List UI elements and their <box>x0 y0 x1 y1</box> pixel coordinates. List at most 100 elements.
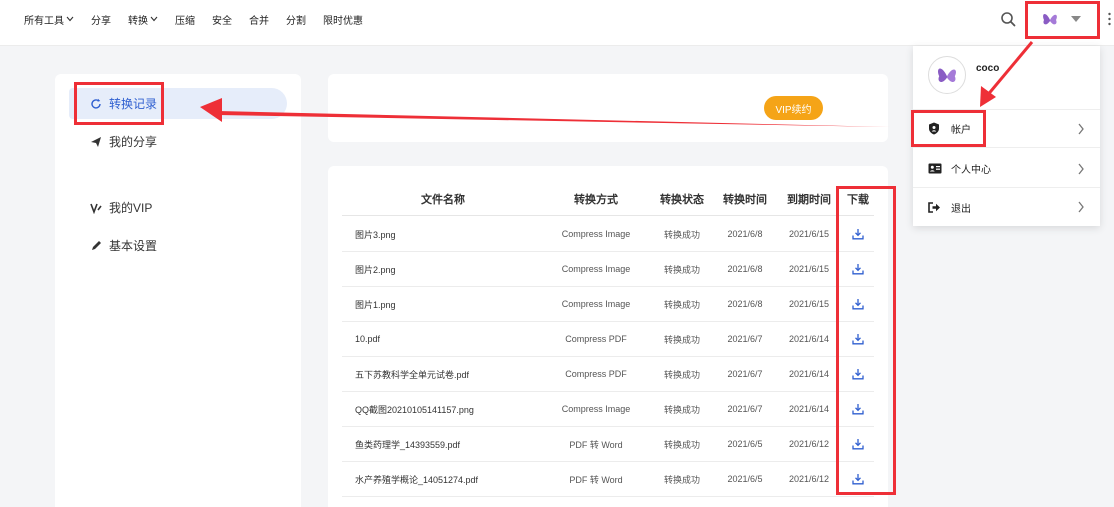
chevron-down-icon[interactable] <box>1071 16 1081 22</box>
sidebar-item-my-vip[interactable]: 我的VIP <box>69 192 287 223</box>
nav-item[interactable]: 安全 <box>212 12 232 27</box>
id-card-icon <box>928 162 942 176</box>
sidebar-item-basic-settings[interactable]: 基本设置 <box>69 230 287 261</box>
dropdown-item-label: 退出 <box>951 203 971 215</box>
butterfly-icon <box>938 68 956 83</box>
nav-item-label: 压缩 <box>175 15 195 27</box>
download-cell <box>842 217 874 251</box>
sidebar-item-label: 基本设置 <box>109 239 158 253</box>
download-cell <box>842 462 874 496</box>
method-cell: Compress Image <box>561 264 631 274</box>
table-row: 10.pdf Compress PDF 转换成功 2021/6/7 2021/6/14 <box>342 322 874 357</box>
status-cell: 转换成功 <box>663 264 700 275</box>
refresh-icon <box>89 97 103 111</box>
status-cell: 转换成功 <box>663 229 700 240</box>
download-icon[interactable] <box>852 263 864 275</box>
dropdown-item-label: 个人中心 <box>951 165 991 176</box>
dropdown-item-logout[interactable]: 退出 <box>913 188 1100 226</box>
status-cell: 转换成功 <box>663 404 700 415</box>
nav-item-label: 安全 <box>212 15 232 27</box>
expire-cell: 2021/6/12 <box>788 439 830 449</box>
sidebar-item-conversion-history[interactable]: 转换记录 <box>69 88 287 119</box>
file-name-cell: 图片1.png <box>355 299 396 310</box>
chevron-right-icon <box>1078 201 1084 213</box>
nav-item-label: 分割 <box>286 15 306 27</box>
method-cell: Compress Image <box>561 229 631 239</box>
file-name-cell: QQ截图20210105141157.png <box>355 404 474 415</box>
expire-cell: 2021/6/14 <box>788 369 830 379</box>
file-name-cell: 图片3.png <box>355 229 396 240</box>
header-status: 转换状态 <box>660 193 704 206</box>
status-cell: 转换成功 <box>663 369 700 380</box>
sidebar-item-label: 转换记录 <box>109 97 158 111</box>
status-cell: 转换成功 <box>663 474 700 485</box>
nav-item[interactable]: 所有工具 <box>24 12 74 27</box>
nav-item[interactable]: 分享 <box>91 12 111 27</box>
status-cell: 转换成功 <box>663 439 700 450</box>
nav-item[interactable]: 分割 <box>286 12 306 27</box>
download-icon[interactable] <box>852 403 864 415</box>
download-icon[interactable] <box>852 298 864 310</box>
logout-icon <box>928 200 942 214</box>
header-time: 转换时间 <box>723 193 767 206</box>
nav-item[interactable]: 限时优惠 <box>323 12 363 27</box>
top-nav: 所有工具 分享 转换 压缩 安全 合并 分割 限时优惠 <box>24 0 380 38</box>
expire-cell: 2021/6/14 <box>788 404 830 414</box>
header-file-name: 文件名称 <box>421 193 465 206</box>
time-cell: 2021/6/5 <box>727 474 763 484</box>
expire-cell: 2021/6/15 <box>788 299 830 309</box>
table-header: 文件名称 转换方式 转换状态 转换时间 到期时间 下载 <box>342 182 874 216</box>
download-cell <box>842 427 874 461</box>
nav-item-label: 分享 <box>91 15 111 27</box>
vip-renew-button[interactable]: VIP续约 <box>764 96 823 120</box>
method-cell: Compress PDF <box>565 334 627 344</box>
download-icon[interactable] <box>852 438 864 450</box>
search-icon[interactable] <box>1000 11 1016 27</box>
conversion-table: 文件名称 转换方式 转换状态 转换时间 到期时间 下载 图片3.png Compr… <box>328 166 888 507</box>
sidebar-item-my-share[interactable]: 我的分享 <box>69 126 287 157</box>
time-cell: 2021/6/7 <box>727 369 763 379</box>
file-name-cell: 鱼类药理学_14393559.pdf <box>355 439 461 450</box>
nav-item[interactable]: 转换 <box>128 12 158 27</box>
table-row: 图片2.png Compress Image 转换成功 2021/6/8 2021/6/… <box>342 252 874 287</box>
method-cell: PDF 转 Word <box>569 474 623 485</box>
pencil-icon <box>89 239 103 253</box>
dropdown-item-account[interactable]: 帐户 <box>913 110 1100 148</box>
vip-card: VIP续约 <box>328 74 888 142</box>
status-cell: 转换成功 <box>663 334 700 345</box>
butterfly-avatar-icon[interactable] <box>1040 9 1060 29</box>
method-cell: Compress PDF <box>565 369 627 379</box>
header-method: 转换方式 <box>574 193 618 206</box>
username: coco <box>976 63 1000 74</box>
time-cell: 2021/6/7 <box>727 404 763 414</box>
download-icon[interactable] <box>852 368 864 380</box>
file-name-cell: 10.pdf <box>355 334 381 344</box>
more-vertical-icon[interactable] <box>1108 12 1111 26</box>
nav-item[interactable]: 压缩 <box>175 12 195 27</box>
expire-cell: 2021/6/12 <box>788 474 830 484</box>
dropdown-item-personal-center[interactable]: 个人中心 <box>913 150 1100 188</box>
status-cell: 转换成功 <box>663 299 700 310</box>
nav-item-label: 合并 <box>249 15 269 27</box>
time-cell: 2021/6/7 <box>727 334 763 344</box>
header-expire: 到期时间 <box>787 193 831 206</box>
table-row: 五下苏教科学全单元试卷.pdf Compress PDF 转换成功 2021/6/7 2… <box>342 357 874 392</box>
download-cell <box>842 357 874 391</box>
avatar <box>928 56 966 94</box>
sidebar-item-label: 我的分享 <box>109 135 158 149</box>
send-icon <box>89 135 103 149</box>
method-cell: Compress Image <box>561 299 631 309</box>
download-icon[interactable] <box>852 473 864 485</box>
nav-item-label: 转换 <box>128 15 148 27</box>
download-cell <box>842 287 874 321</box>
nav-item[interactable]: 合并 <box>249 12 269 27</box>
account-dropdown: coco 帐户 个人中心 退出 <box>913 46 1100 226</box>
download-icon[interactable] <box>852 228 864 240</box>
expire-cell: 2021/6/14 <box>788 334 830 344</box>
download-cell <box>842 392 874 426</box>
download-icon[interactable] <box>852 333 864 345</box>
chevron-down-icon <box>150 16 158 22</box>
download-cell <box>842 322 874 356</box>
top-bar: 所有工具 分享 转换 压缩 安全 合并 分割 限时优惠 <box>0 0 1114 46</box>
table-row: 鱼类药理学_14393559.pdf PDF 转 Word 转换成功 2021/6/5… <box>342 427 874 462</box>
